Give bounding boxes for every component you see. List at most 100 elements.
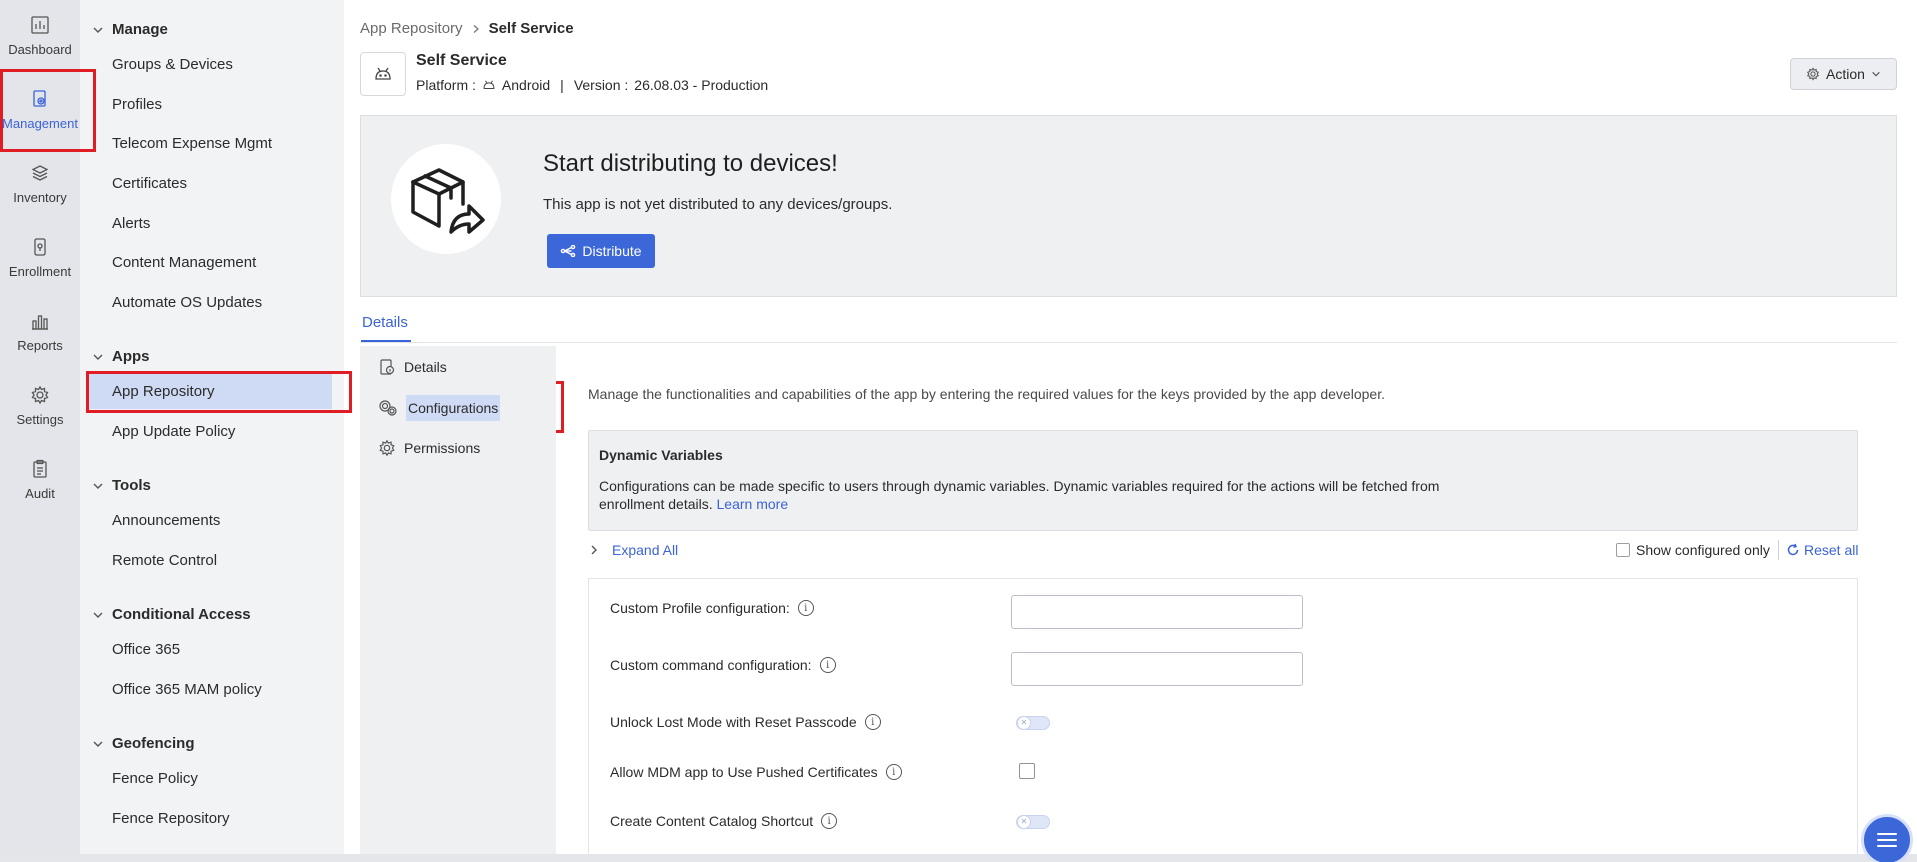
nav-item-content-management[interactable]: Content Management	[88, 244, 332, 280]
allow-mdm-certificates-checkbox[interactable]	[1019, 763, 1035, 779]
rail-item-dashboard[interactable]: Dashboard	[0, 0, 80, 72]
rail-item-inventory[interactable]: Inventory	[0, 148, 80, 220]
nav-item-alerts[interactable]: Alerts	[88, 205, 332, 241]
hamburger-icon	[1877, 833, 1897, 847]
rail-label: Management	[2, 116, 78, 131]
reset-all-button[interactable]: Reset all	[1786, 542, 1858, 558]
action-label: Action	[1826, 66, 1865, 82]
custom-profile-input[interactable]	[1011, 595, 1303, 629]
nav-item-fence-policy[interactable]: Fence Policy	[88, 760, 332, 796]
nav-item-announcements[interactable]: Announcements	[88, 502, 332, 538]
details-icon	[380, 359, 395, 375]
info-icon[interactable]: i	[797, 600, 814, 616]
nav-section-apps[interactable]: Apps	[92, 348, 150, 365]
subnav-item-permissions[interactable]: Permissions	[378, 434, 480, 462]
info-icon[interactable]: i	[821, 813, 838, 829]
nav-section-geofencing[interactable]: Geofencing	[92, 735, 195, 752]
rail-label: Settings	[16, 412, 64, 427]
nav-item-remote-control[interactable]: Remote Control	[88, 542, 332, 578]
divider	[1778, 540, 1779, 560]
reset-all-label: Reset all	[1804, 542, 1859, 558]
breadcrumb-parent[interactable]: App Repository	[360, 20, 463, 37]
chevron-down-icon	[93, 612, 103, 618]
configurations-icon	[379, 400, 397, 416]
rail-label: Inventory	[13, 190, 67, 205]
action-button[interactable]: Action	[1790, 58, 1897, 90]
custom-command-input[interactable]	[1011, 652, 1303, 686]
info-icon[interactable]: i	[885, 764, 902, 780]
config-label: Unlock Lost Mode with Reset Passcode	[610, 714, 857, 730]
tab-details[interactable]: Details	[362, 314, 408, 331]
nav-item-fence-repository[interactable]: Fence Repository	[88, 800, 332, 836]
enrollment-icon	[29, 236, 51, 258]
nav-item-office-365-mam[interactable]: Office 365 MAM policy	[88, 671, 332, 707]
config-label: Allow MDM app to Use Pushed Certificates	[610, 764, 878, 780]
nav-section-manage[interactable]: Manage	[92, 21, 168, 38]
rail-item-settings[interactable]: Settings	[0, 370, 80, 442]
platform-label: Platform :	[416, 77, 476, 93]
box-share-illustration	[391, 144, 501, 254]
rail-item-management[interactable]: Management	[0, 74, 80, 146]
settings-icon	[29, 384, 51, 406]
dynamic-variables-box: Dynamic Variables Configurations can be …	[588, 430, 1858, 531]
breadcrumb-current: Self Service	[488, 20, 574, 37]
dashboard-icon	[29, 14, 51, 36]
info-icon[interactable]: i	[819, 657, 836, 673]
nav-item-automate-os-updates[interactable]: Automate OS Updates	[88, 284, 332, 320]
nav-item-groups-devices[interactable]: Groups & Devices	[88, 46, 332, 82]
share-icon	[561, 245, 576, 257]
android-app-icon	[360, 52, 406, 96]
nav-item-app-repository[interactable]: App Repository	[88, 373, 332, 409]
details-subnav	[360, 346, 556, 862]
permissions-icon	[379, 439, 395, 457]
nav-item-profiles[interactable]: Profiles	[88, 86, 332, 122]
bottom-scrollbar[interactable]	[0, 854, 1917, 862]
show-configured-checkbox[interactable]	[1616, 543, 1630, 557]
subnav-item-configurations[interactable]: Configurations	[378, 394, 501, 422]
version-value: 26.08.03 - Production	[634, 77, 769, 93]
management-icon	[29, 88, 51, 110]
breadcrumb: App Repository Self Service	[360, 20, 574, 37]
rail-label: Audit	[25, 486, 55, 501]
nav-section-title: Conditional Access	[112, 606, 251, 623]
refresh-icon	[1787, 543, 1799, 556]
distribute-banner: Start distributing to devices! This app …	[360, 115, 1897, 297]
config-allow-mdm-certificates: Allow MDM app to Use Pushed Certificates…	[610, 764, 902, 780]
inventory-icon	[29, 162, 51, 184]
nav-item-certificates[interactable]: Certificates	[88, 165, 332, 201]
nav-section-tools[interactable]: Tools	[92, 477, 151, 494]
dynamic-variables-title: Dynamic Variables	[599, 447, 723, 463]
subnav-item-details[interactable]: Details	[378, 353, 447, 381]
menu-fab-button[interactable]	[1861, 814, 1913, 862]
nav-item-telecom[interactable]: Telecom Expense Mgmt	[88, 125, 332, 161]
gear-icon	[1806, 67, 1820, 81]
config-label: Custom Profile configuration:	[610, 600, 790, 616]
unlock-lost-mode-toggle[interactable]: ✕	[1016, 716, 1050, 730]
config-label: Custom command configuration:	[610, 657, 812, 673]
configurations-description: Manage the functionalities and capabilit…	[588, 386, 1385, 402]
info-icon[interactable]: i	[864, 714, 881, 730]
expand-all-link[interactable]: Expand All	[612, 542, 678, 558]
rail-item-enrollment[interactable]: Enrollment	[0, 222, 80, 294]
android-icon	[483, 80, 495, 89]
nav-item-app-update-policy[interactable]: App Update Policy	[88, 413, 332, 449]
content-catalog-shortcut-toggle[interactable]: ✕	[1016, 815, 1050, 829]
tab-divider	[360, 342, 1897, 343]
nav-section-title: Manage	[112, 21, 168, 38]
banner-title: Start distributing to devices!	[543, 150, 838, 177]
rail-label: Enrollment	[8, 264, 72, 279]
learn-more-link[interactable]: Learn more	[717, 496, 789, 512]
chevron-down-icon	[93, 741, 103, 747]
icon-rail: Dashboard Management Inventory Enrollmen…	[0, 0, 80, 862]
nav-section-title: Tools	[112, 477, 151, 494]
rail-item-audit[interactable]: Audit	[0, 444, 80, 516]
nav-item-office-365[interactable]: Office 365	[88, 631, 332, 667]
rail-label: Reports	[17, 338, 63, 353]
nav-section-title: Apps	[112, 348, 150, 365]
expand-all-row[interactable]: Expand All	[588, 542, 678, 558]
rail-item-reports[interactable]: Reports	[0, 296, 80, 368]
audit-icon	[29, 458, 51, 480]
show-configured-only[interactable]: Show configured only	[1616, 542, 1770, 558]
distribute-button[interactable]: Distribute	[547, 234, 655, 268]
nav-section-conditional-access[interactable]: Conditional Access	[92, 606, 251, 623]
